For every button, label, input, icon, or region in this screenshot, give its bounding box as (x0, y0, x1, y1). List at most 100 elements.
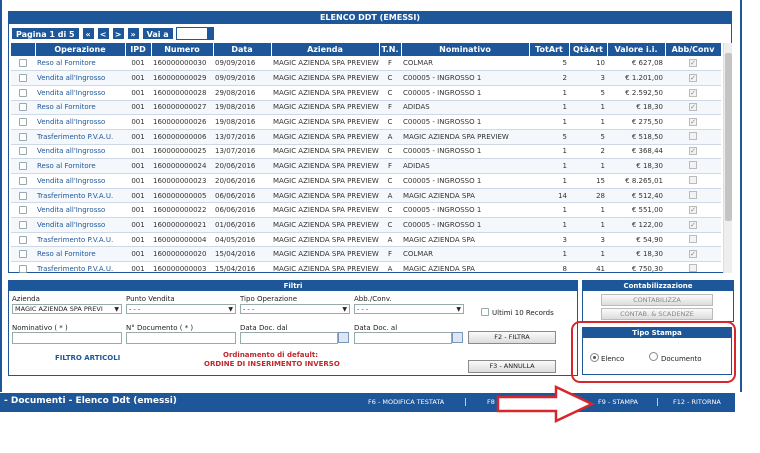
column-header[interactable]: Azienda (271, 43, 380, 56)
tipo-operazione-label: Tipo Operazione (240, 295, 298, 303)
column-header[interactable]: Data (213, 43, 272, 56)
row-select-checkbox[interactable] (19, 162, 27, 171)
cell-tot: 1 (529, 100, 569, 116)
abb-conv-select[interactable]: - - - ▼ (354, 304, 464, 314)
f6-modifica-testata-button[interactable]: F6 - MODIFICA TESTATA (368, 398, 444, 406)
scrollbar-thumb[interactable] (725, 53, 732, 221)
row-select-checkbox[interactable] (19, 88, 27, 97)
azienda-label: Azienda (12, 295, 40, 303)
status-bar: - Documenti - Elenco Ddt (emessi) F6 - M… (0, 393, 735, 412)
cell-num: 160000000022 (151, 202, 213, 219)
cell-conv (665, 261, 721, 273)
ordinamento-value: ORDINE DI INSERIMENTO INVERSO (204, 360, 340, 368)
row-select-checkbox[interactable] (19, 206, 27, 215)
cell-tot: 5 (529, 129, 569, 145)
num-documento-label: N° Documento ( * ) (126, 324, 194, 332)
filtra-button[interactable]: F2 - FILTRA (468, 331, 556, 344)
cell-val: € 122,00 (607, 217, 665, 233)
cell-qta: 3 (569, 232, 607, 248)
column-header[interactable] (11, 43, 36, 56)
table-row[interactable]: Vendita all'Ingrosso 001 160000000026 19/08… (11, 114, 721, 130)
column-header[interactable]: IPD (125, 43, 152, 56)
column-header[interactable]: Abb/Conv (665, 43, 721, 56)
cell-qta: 41 (569, 261, 607, 273)
table-row[interactable]: Vendita all'Ingrosso 001 160000000023 20/06… (11, 173, 721, 189)
table-row[interactable]: Vendita all'Ingrosso 001 160000000029 09/09… (11, 70, 721, 86)
table-row[interactable]: Vendita all'Ingrosso 001 160000000025 13/07… (11, 144, 721, 160)
data-dal-input[interactable] (240, 332, 338, 344)
table-row[interactable]: Trasferimento P.V.A.U. 001 160000000004 04/… (11, 232, 721, 248)
cell-data: 19/08/2016 (213, 114, 271, 130)
nominativo-input[interactable] (12, 332, 122, 344)
f12-ritorna-button[interactable]: F12 - RITORNA (673, 398, 721, 406)
row-select-checkbox[interactable] (19, 118, 27, 127)
table-row[interactable]: Vendita all'Ingrosso 001 160000000021 01/06… (11, 217, 721, 233)
calendar-icon[interactable] (338, 332, 349, 343)
row-select-cell (11, 100, 35, 116)
cell-val: € 512,40 (607, 188, 665, 204)
row-select-cell (11, 232, 35, 248)
table-row[interactable]: Reso al Fornitore 001 160000000030 09/09/20… (11, 56, 721, 72)
cell-conv (665, 188, 721, 204)
cell-tot: 1 (529, 158, 569, 174)
row-select-checkbox[interactable] (19, 191, 27, 200)
column-header[interactable]: Numero (151, 43, 214, 56)
row-select-checkbox[interactable] (19, 74, 27, 83)
row-select-cell (11, 246, 35, 263)
table-row[interactable]: Reso al Fornitore 001 160000000024 20/06/20… (11, 158, 721, 174)
cell-az: MAGIC AZIENDA SPA PREVIEW (271, 188, 379, 204)
row-select-checkbox[interactable] (19, 250, 27, 259)
table-row[interactable]: Trasferimento P.V.A.U. 001 160000000005 06/… (11, 188, 721, 204)
column-header[interactable]: QtàArt (569, 43, 608, 56)
cell-data: 09/09/2016 (213, 56, 271, 72)
prev-page-button[interactable]: < (96, 27, 110, 40)
cell-nom: COLMAR (401, 246, 529, 263)
azienda-select[interactable]: MAGIC AZIENDA SPA PREVI ▼ (12, 304, 122, 314)
table-row[interactable]: Trasferimento P.V.A.U. 001 160000000003 15/… (11, 261, 721, 273)
row-select-checkbox[interactable] (19, 59, 27, 68)
cell-ipd: 001 (125, 232, 151, 248)
tipo-operazione-select[interactable]: - - - ▼ (240, 304, 350, 314)
row-select-checkbox[interactable] (19, 176, 27, 185)
cell-data: 01/06/2016 (213, 217, 271, 233)
vertical-scrollbar[interactable] (723, 43, 732, 273)
column-header[interactable]: Operazione (35, 43, 126, 56)
num-documento-input[interactable] (126, 332, 236, 344)
last-page-button[interactable]: » (126, 27, 140, 40)
cell-qta: 5 (569, 129, 607, 145)
row-select-checkbox[interactable] (19, 264, 27, 273)
row-select-checkbox[interactable] (19, 235, 27, 244)
goto-page-button[interactable]: Vai a (141, 27, 174, 40)
f9-stampa-button[interactable]: F9 - STAMPA (598, 398, 638, 406)
cell-num: 160000000021 (151, 217, 213, 233)
table-row[interactable]: Vendita all'Ingrosso 001 160000000022 06/06… (11, 202, 721, 219)
column-header[interactable]: T.N. (379, 43, 402, 56)
calendar-icon[interactable] (452, 332, 463, 343)
table-row[interactable]: Vendita all'Ingrosso 001 160000000028 29/08… (11, 85, 721, 101)
column-header[interactable]: Nominativo (401, 43, 530, 56)
column-header[interactable]: TotArt (529, 43, 570, 56)
annulla-button[interactable]: F3 - ANNULLA (468, 360, 556, 373)
f8-button[interactable]: F8 (487, 398, 495, 406)
cell-num: 160000000025 (151, 144, 213, 160)
ultimi-10-checkbox[interactable] (481, 308, 489, 316)
punto-vendita-select[interactable]: - - - ▼ (126, 304, 236, 314)
column-header[interactable]: Valore i.i. (607, 43, 666, 56)
row-select-checkbox[interactable] (19, 147, 27, 156)
row-select-checkbox[interactable] (19, 132, 27, 141)
next-page-button[interactable]: > (111, 27, 125, 40)
cell-num: 160000000027 (151, 100, 213, 116)
contab-scadenze-button[interactable]: CONTAB. & SCADENZE (601, 308, 713, 320)
contabilizza-button[interactable]: CONTABILIZZA (601, 294, 713, 306)
goto-page-input[interactable] (175, 27, 208, 40)
conv-checkbox (689, 131, 697, 140)
cell-data: 06/06/2016 (213, 202, 271, 219)
table-row[interactable]: Trasferimento P.V.A.U. 001 160000000006 13/… (11, 129, 721, 145)
table-row[interactable]: Reso al Fornitore 001 160000000027 19/08/20… (11, 100, 721, 116)
row-select-checkbox[interactable] (19, 103, 27, 112)
table-row[interactable]: Reso al Fornitore 001 160000000020 15/04/20… (11, 246, 721, 263)
filtro-articoli-link[interactable]: FILTRO ARTICOLI (55, 354, 120, 362)
data-al-input[interactable] (354, 332, 452, 344)
first-page-button[interactable]: « (81, 27, 95, 40)
row-select-checkbox[interactable] (19, 220, 27, 229)
